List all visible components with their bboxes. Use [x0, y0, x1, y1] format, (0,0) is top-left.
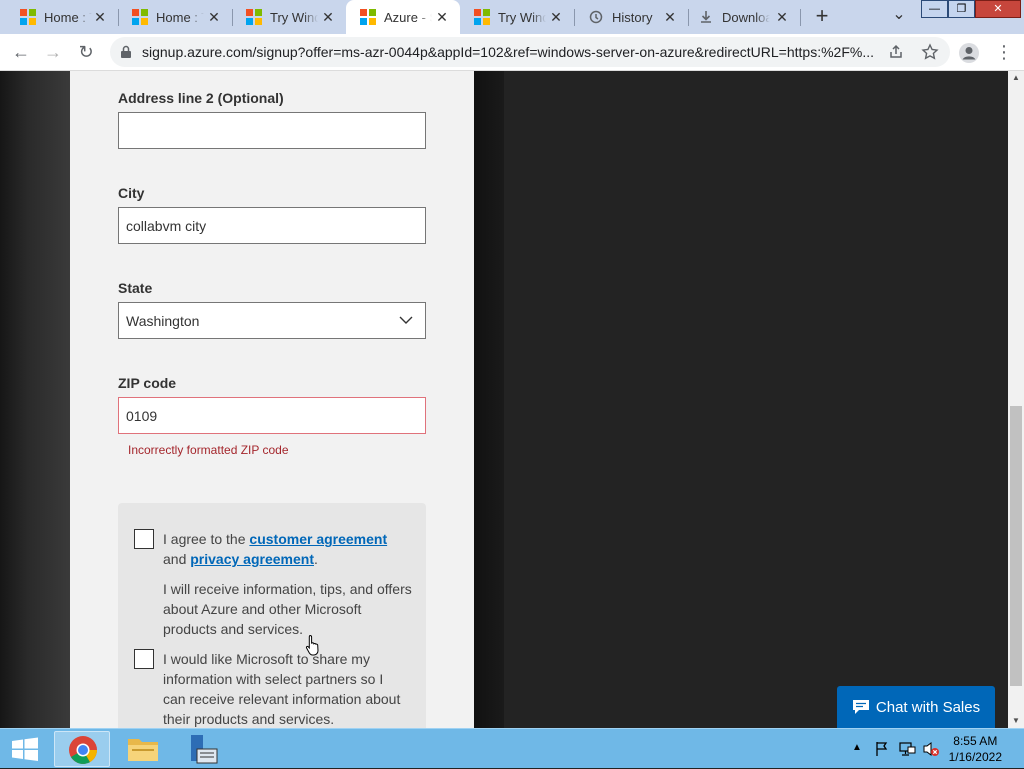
- share-info-text: I would like Microsoft to share my infor…: [163, 651, 401, 727]
- close-window-button[interactable]: ✕: [975, 0, 1021, 18]
- state-select[interactable]: Washington: [118, 302, 426, 339]
- browser-toolbar: ← → ↻ signup.azure.com/signup?offer=ms-a…: [0, 34, 1024, 71]
- address-bar[interactable]: signup.azure.com/signup?offer=ms-azr-004…: [110, 37, 950, 67]
- tab-title: Try Wind: [270, 9, 318, 25]
- bookmark-star-icon[interactable]: [921, 43, 939, 61]
- tab-title: Try Wind: [498, 9, 546, 25]
- tab-search-button[interactable]: ⌄: [888, 5, 910, 27]
- tab-try-windows-1[interactable]: Try Wind ✕: [232, 0, 346, 34]
- tab-downloads[interactable]: Downloa ✕: [688, 0, 800, 34]
- marketing-info-text: I will receive information, tips, and of…: [163, 581, 412, 637]
- taskbar-file-explorer[interactable]: [116, 731, 172, 767]
- lock-icon[interactable]: [120, 45, 132, 59]
- city-input[interactable]: collabvm city: [118, 207, 426, 244]
- tab-azure-signup[interactable]: Azure - S ✕: [346, 0, 460, 34]
- signup-form-panel: Address line 2 (Optional) City collabvm …: [70, 71, 474, 728]
- background-image: [0, 71, 70, 728]
- tab-home-2[interactable]: Home : T ✕: [118, 0, 232, 34]
- windows-start-icon[interactable]: [0, 729, 50, 769]
- tab-title: Home : T: [44, 9, 92, 25]
- microsoft-logo-icon: [246, 9, 262, 25]
- menu-kebab-icon[interactable]: ⋮: [992, 40, 1016, 64]
- clock-time: 8:55 AM: [953, 734, 998, 748]
- state-label: State: [118, 280, 153, 296]
- close-tab-icon[interactable]: ✕: [206, 9, 222, 25]
- city-label: City: [118, 185, 145, 201]
- microsoft-logo-icon: [20, 9, 36, 25]
- minimize-button[interactable]: —: [921, 0, 948, 18]
- privacy-agreement-link[interactable]: privacy agreement: [190, 551, 314, 567]
- tab-title: Azure - S: [384, 9, 432, 25]
- chat-label: Chat with Sales: [875, 698, 981, 716]
- chrome-icon: [69, 736, 97, 764]
- background-image: [504, 71, 1008, 728]
- clock-date: 1/16/2022: [948, 750, 1002, 764]
- windows-taskbar: ▲ 8:55 AM 1/16/2022: [0, 728, 1024, 768]
- taskbar-server-manager[interactable]: [176, 731, 232, 767]
- background-image: [474, 71, 504, 728]
- new-tab-button[interactable]: +: [810, 5, 834, 29]
- share-info-checkbox[interactable]: [134, 649, 154, 669]
- tab-title: Home : T: [156, 9, 204, 25]
- close-tab-icon[interactable]: ✕: [774, 9, 790, 25]
- tab-history[interactable]: History ✕: [574, 0, 688, 34]
- close-tab-icon[interactable]: ✕: [320, 9, 336, 25]
- reload-icon[interactable]: ↻: [74, 40, 98, 64]
- close-tab-icon[interactable]: ✕: [662, 9, 678, 25]
- close-tab-icon[interactable]: ✕: [92, 9, 108, 25]
- folder-icon: [128, 739, 158, 761]
- agree-checkbox[interactable]: [134, 529, 154, 549]
- forward-icon[interactable]: →: [41, 40, 65, 64]
- scrollbar-thumb[interactable]: [1010, 406, 1022, 686]
- hand-cursor-icon: [305, 634, 319, 656]
- zip-input[interactable]: 0109: [118, 397, 426, 434]
- close-tab-icon[interactable]: ✕: [434, 9, 450, 25]
- action-center-flag-icon[interactable]: [874, 741, 890, 757]
- history-icon: [589, 10, 603, 24]
- chat-bubble-icon: [852, 700, 869, 714]
- back-icon[interactable]: ←: [9, 40, 33, 64]
- state-select-value: Washington: [126, 313, 200, 329]
- address2-label: Address line 2 (Optional): [118, 90, 284, 106]
- tab-title: Downloa: [722, 9, 770, 25]
- download-icon: [701, 11, 711, 23]
- page-viewport: Address line 2 (Optional) City collabvm …: [0, 71, 1008, 728]
- agree-text: I agree to the customer agreement and pr…: [163, 531, 388, 567]
- chevron-down-icon: [399, 316, 413, 324]
- tab-home-1[interactable]: Home : T ✕: [0, 0, 118, 34]
- customer-agreement-link[interactable]: customer agreement: [249, 531, 387, 547]
- tab-try-windows-2[interactable]: Try Wind ✕: [460, 0, 574, 34]
- zip-label: ZIP code: [118, 375, 177, 391]
- agreement-section: I agree to the customer agreement and pr…: [118, 503, 426, 728]
- server-manager-icon: [191, 735, 218, 764]
- microsoft-logo-icon: [132, 9, 148, 25]
- address2-input[interactable]: [118, 112, 426, 149]
- microsoft-logo-icon: [360, 9, 376, 25]
- tab-title: History: [612, 9, 653, 25]
- volume-muted-icon[interactable]: [922, 740, 940, 758]
- system-clock[interactable]: 8:55 AM 1/16/2022: [949, 733, 1002, 765]
- share-icon[interactable]: [888, 44, 904, 60]
- zip-error-message: Incorrectly formatted ZIP code: [128, 443, 289, 457]
- tab-strip: Home : T ✕ Home : T ✕ Try Wind ✕ Azure -…: [0, 0, 1024, 34]
- network-icon[interactable]: [898, 741, 916, 757]
- page-scrollbar[interactable]: ▲ ▼: [1008, 71, 1024, 728]
- profile-avatar-icon[interactable]: [958, 42, 980, 64]
- close-tab-icon[interactable]: ✕: [548, 9, 564, 25]
- chat-with-sales-button[interactable]: Chat with Sales: [837, 686, 995, 728]
- show-hidden-icons-icon[interactable]: ▲: [852, 742, 862, 753]
- restore-button[interactable]: ❐: [948, 0, 975, 18]
- scroll-down-arrow-icon[interactable]: ▼: [1008, 714, 1024, 728]
- scroll-up-arrow-icon[interactable]: ▲: [1008, 71, 1024, 85]
- microsoft-logo-icon: [474, 9, 490, 25]
- taskbar-chrome[interactable]: [54, 731, 110, 767]
- url-text[interactable]: signup.azure.com/signup?offer=ms-azr-004…: [142, 44, 882, 60]
